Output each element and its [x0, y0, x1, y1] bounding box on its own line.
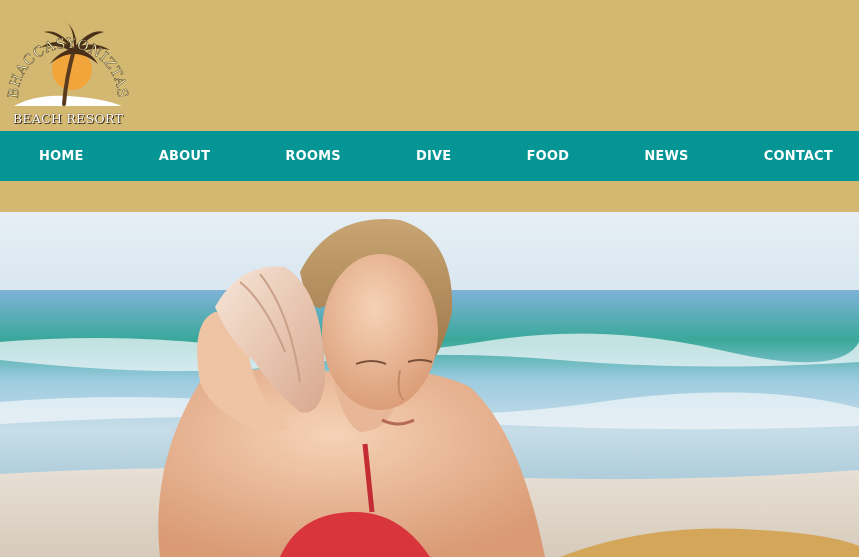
- nav-item-news[interactable]: NEWS: [644, 149, 688, 164]
- main-navigation: HOME ABOUT ROOMS DIVE FOOD NEWS CONTACT: [0, 131, 859, 181]
- nav-item-food[interactable]: FOOD: [527, 149, 570, 164]
- site-header: BHACCASYONIZTAS BEACH RESORT: [0, 0, 859, 131]
- resort-logo[interactable]: BHACCASYONIZTAS BEACH RESORT: [6, 6, 130, 128]
- nav-item-about[interactable]: ABOUT: [159, 149, 210, 164]
- page: BHACCASYONIZTAS BEACH RESORT HOME ABOUT …: [0, 0, 859, 557]
- nav-item-rooms[interactable]: ROOMS: [285, 149, 340, 164]
- logo-subtitle: BEACH RESORT: [12, 111, 124, 126]
- beach-woman-seashell-image: [0, 212, 859, 557]
- nav-item-contact[interactable]: CONTACT: [764, 149, 833, 164]
- nav-item-home[interactable]: HOME: [39, 149, 84, 164]
- hero-image: [0, 212, 859, 557]
- nav-item-dive[interactable]: DIVE: [416, 149, 451, 164]
- palm-tree-logo-icon: BHACCASYONIZTAS: [6, 20, 130, 106]
